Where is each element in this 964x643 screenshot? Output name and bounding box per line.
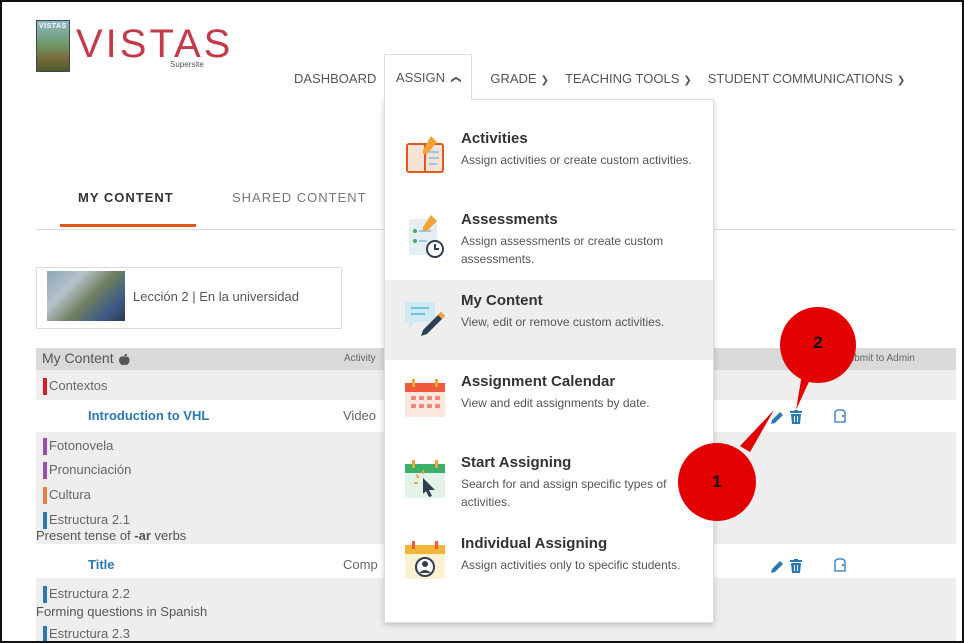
menu-item-assignment-calendar[interactable]: Assignment Calendar View and edit assign… xyxy=(385,361,713,441)
nav-assign[interactable]: ASSIGN ❯ xyxy=(384,54,472,100)
nav-grade-label: GRADE xyxy=(490,71,537,86)
category-color-bar xyxy=(43,378,47,395)
lesson-label: Lección 2 | En la universidad xyxy=(133,289,299,304)
category-label: Contextos xyxy=(49,378,108,393)
activity-type: Comp xyxy=(343,557,378,572)
category-label: Fotonovela xyxy=(49,438,114,453)
calendar-icon xyxy=(405,379,445,417)
menu-item-activities[interactable]: Activities Assign activities or create c… xyxy=(385,118,713,198)
menu-item-description: Assign activities or create custom activ… xyxy=(461,153,692,167)
category-color-bar xyxy=(43,438,47,455)
content-tabs: MY CONTENT SHARED CONTENT xyxy=(42,190,382,230)
lesson-selector[interactable]: Lección 2 | En la universidad xyxy=(36,267,342,329)
menu-item-individual-assigning[interactable]: Individual Assigning Assign activities o… xyxy=(385,523,713,603)
assessment-clock-icon xyxy=(409,215,444,258)
category-label: Cultura xyxy=(49,487,91,502)
main-nav: DASHBOARD GRADE ❯ TEACHING TOOLS ❯ STUDENT… xyxy=(286,68,913,92)
header-my-content-label: My Content xyxy=(42,350,114,366)
logo-publisher: Supersite xyxy=(170,60,204,69)
category-tag[interactable]: Estructura 2.2 xyxy=(43,586,130,603)
header-activity: Activity xyxy=(344,353,376,364)
subtitle-emphasis: -ar xyxy=(134,528,151,543)
assign-dropdown-menu: Activities Assign activities or create c… xyxy=(384,99,714,623)
nav-grade[interactable]: GRADE ❯ xyxy=(482,68,557,92)
category-tag[interactable]: Fotonovela xyxy=(43,438,114,455)
tab-shared-content[interactable]: SHARED CONTENT xyxy=(232,190,367,205)
menu-item-title: Individual Assigning xyxy=(461,535,608,552)
book-cover-label: VISTAS xyxy=(39,23,67,30)
tab-my-content[interactable]: MY CONTENT xyxy=(78,190,174,205)
nav-student-communications-label: STUDENT COMMUNICATIONS xyxy=(707,71,893,86)
vistas-logo[interactable]: VISTAS VISTAS Supersite xyxy=(36,20,230,76)
menu-item-description: View and edit assignments by date. xyxy=(461,396,650,410)
notebook-icon xyxy=(406,136,444,173)
content-title-link[interactable]: Introduction to VHL xyxy=(88,408,209,423)
category-label: Estructura 2.1 xyxy=(49,512,130,527)
active-tab-indicator xyxy=(60,224,196,227)
menu-item-title: Assessments xyxy=(461,211,558,228)
callout-1-badge: 1 xyxy=(678,443,756,521)
nav-teaching-tools-label: TEACHING TOOLS xyxy=(564,71,680,86)
menu-item-title: Assignment Calendar xyxy=(461,373,616,390)
category-color-bar xyxy=(43,626,47,641)
category-subtitle: Forming questions in Spanish xyxy=(36,604,208,619)
category-label: Estructura 2.2 xyxy=(49,586,130,601)
category-color-bar xyxy=(43,487,47,504)
category-tag[interactable]: Contextos xyxy=(43,378,108,395)
subtitle-suffix: verbs xyxy=(150,528,187,543)
chevron-down-icon: ❯ xyxy=(896,75,906,86)
lesson-thumbnail xyxy=(47,271,125,321)
nav-teaching-tools[interactable]: TEACHING TOOLS ❯ xyxy=(557,68,700,92)
callout-2-badge: 2 xyxy=(780,307,856,383)
category-color-bar xyxy=(43,512,47,529)
nav-assign-label: ASSIGN xyxy=(395,70,446,85)
category-color-bar xyxy=(43,462,47,479)
pencil-icon[interactable] xyxy=(770,560,784,574)
chevron-down-icon: ❯ xyxy=(683,75,692,86)
menu-item-description: Search for and assign specific types of … xyxy=(461,477,667,509)
message-pen-icon xyxy=(405,302,445,336)
trash-icon[interactable] xyxy=(790,559,802,573)
category-label: Estructura 2.3 xyxy=(49,626,130,641)
calendar-person-icon xyxy=(405,541,445,579)
menu-item-title: My Content xyxy=(461,292,543,309)
calendar-cursor-icon xyxy=(405,460,445,498)
category-tag[interactable]: Estructura 2.1 xyxy=(43,512,130,529)
menu-item-my-content[interactable]: My Content View, edit or remove custom a… xyxy=(385,280,713,360)
copy-icon[interactable] xyxy=(834,409,846,423)
menu-item-title: Activities xyxy=(461,130,528,147)
apple-icon: 🍎︎ xyxy=(117,354,132,366)
copy-icon[interactable] xyxy=(834,558,846,572)
page-frame: VISTAS VISTAS Supersite DASHBOARD GRADE ❯… xyxy=(0,0,964,643)
menu-item-start-assigning[interactable]: Start Assigning Search for and assign sp… xyxy=(385,442,713,522)
menu-item-description: Assign activities only to specific stude… xyxy=(461,558,681,572)
book-cover-icon: VISTAS xyxy=(36,20,70,72)
category-color-bar xyxy=(43,586,47,603)
category-label: Pronunciación xyxy=(49,462,132,477)
chevron-up-icon: ❯ xyxy=(450,75,462,84)
nav-student-communications[interactable]: STUDENT COMMUNICATIONS ❯ xyxy=(700,68,914,92)
activity-type: Video xyxy=(343,408,377,423)
category-subtitle: Present tense of -ar verbs xyxy=(36,528,186,543)
menu-item-title: Start Assigning xyxy=(461,454,572,471)
menu-item-assessments[interactable]: Assessments Assign assessments or create… xyxy=(385,199,713,279)
chevron-down-icon: ❯ xyxy=(540,75,549,86)
category-tag[interactable]: Pronunciación xyxy=(43,462,132,479)
subtitle-prefix: Present tense of xyxy=(36,528,135,543)
menu-item-description: Assign assessments or create custom asse… xyxy=(461,234,664,266)
logo-title: VISTAS xyxy=(76,22,234,66)
nav-dashboard[interactable]: DASHBOARD xyxy=(286,68,384,92)
menu-item-description: View, edit or remove custom activities. xyxy=(461,315,665,329)
category-tag[interactable]: Cultura xyxy=(43,487,91,504)
header-my-content[interactable]: My Content 🍎︎ xyxy=(42,350,131,366)
category-tag[interactable]: Estructura 2.3 xyxy=(43,626,130,641)
content-title-link[interactable]: Title xyxy=(88,557,115,572)
